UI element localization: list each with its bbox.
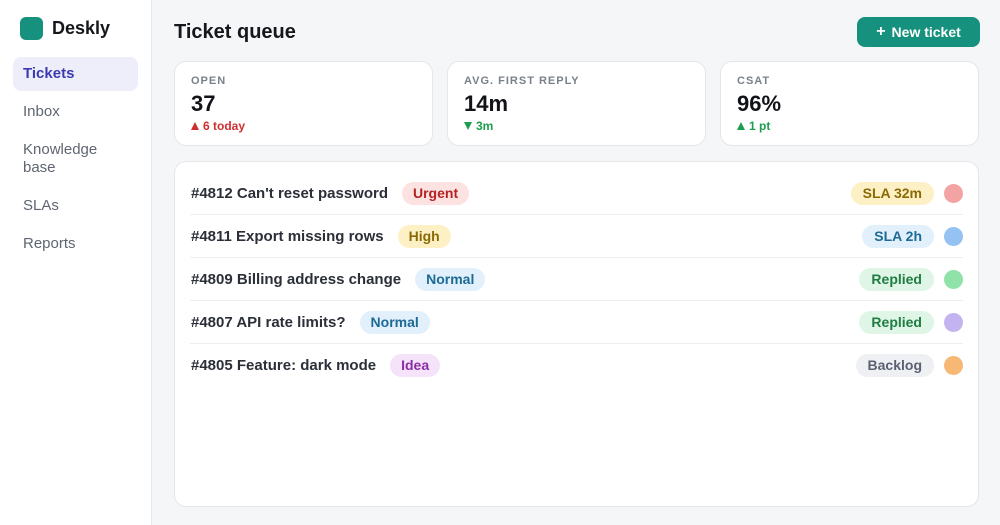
priority-badge: Idea bbox=[390, 354, 441, 377]
stat-delta: 3m bbox=[464, 119, 689, 133]
priority-badge: Normal bbox=[359, 310, 430, 334]
stat-value: 96% bbox=[737, 91, 782, 116]
ticket-row[interactable]: #4809 Billing address change Normal Replie… bbox=[190, 258, 963, 301]
sidebar-item-inbox[interactable]: Inbox bbox=[13, 95, 138, 129]
sidebar: Deskly Tickets Inbox Knowledge base SLAs… bbox=[0, 0, 152, 525]
stat-label: CSAT bbox=[737, 75, 771, 87]
new-ticket-button-label: New ticket bbox=[891, 24, 961, 40]
sidebar-nav: Tickets Inbox Knowledge base SLAs Report… bbox=[13, 57, 138, 265]
assignee-avatar[interactable] bbox=[944, 356, 963, 375]
brand-logo-icon bbox=[20, 17, 43, 40]
stat-delta-text: 3m bbox=[476, 119, 494, 133]
sidebar-item-slas[interactable]: SLAs bbox=[13, 189, 138, 223]
stat-card-open: OPEN 37 6 today bbox=[174, 61, 433, 146]
brand[interactable]: Deskly bbox=[20, 17, 110, 40]
sidebar-item-reports[interactable]: Reports bbox=[13, 227, 138, 261]
page-title: Ticket queue bbox=[174, 21, 296, 43]
priority-badge: Normal bbox=[415, 267, 486, 291]
brand-name: Deskly bbox=[52, 18, 111, 38]
ticket-title[interactable]: #4805 Feature: dark mode bbox=[191, 357, 376, 374]
assignee-avatar[interactable] bbox=[944, 312, 963, 332]
trend-up-icon bbox=[191, 122, 199, 130]
new-ticket-button[interactable]: + New ticket bbox=[857, 17, 980, 47]
stat-card-csat: CSAT 96% 1 pt bbox=[720, 61, 979, 146]
status-badge: Replied bbox=[859, 267, 934, 291]
sidebar-item-tickets[interactable]: Tickets bbox=[13, 57, 138, 91]
ticket-title[interactable]: #4809 Billing address change bbox=[191, 271, 401, 288]
stat-label: AVG. FIRST REPLY bbox=[464, 75, 580, 87]
plus-icon: + bbox=[876, 23, 886, 40]
trend-down-icon bbox=[464, 122, 472, 130]
ticket-title[interactable]: #4807 API rate limits? bbox=[191, 314, 346, 331]
priority-badge: High bbox=[397, 224, 451, 248]
stat-card-avg-first-reply: AVG. FIRST REPLY 14m 3m bbox=[447, 61, 706, 146]
status-badge: Replied bbox=[859, 310, 934, 334]
status-badge: SLA 32m bbox=[850, 181, 934, 205]
ticket-list: #4812 Can't reset password Urgent SLA 32m #… bbox=[174, 161, 979, 507]
ticket-row[interactable]: #4812 Can't reset password Urgent SLA 32m bbox=[190, 172, 963, 215]
stat-delta: 1 pt bbox=[737, 119, 962, 133]
priority-badge: Urgent bbox=[402, 181, 470, 205]
assignee-avatar[interactable] bbox=[944, 269, 963, 289]
stat-label: OPEN bbox=[191, 75, 227, 87]
trend-up-icon bbox=[737, 122, 745, 130]
ticket-row[interactable]: #4805 Feature: dark mode Idea Backlog bbox=[190, 344, 963, 387]
assignee-avatar[interactable] bbox=[944, 183, 963, 203]
ticket-row[interactable]: #4811 Export missing rows High SLA 2h bbox=[190, 215, 963, 258]
sidebar-item-knowledge-base[interactable]: Knowledge base bbox=[13, 133, 138, 185]
ticket-title[interactable]: #4811 Export missing rows bbox=[191, 228, 384, 245]
stat-delta-text: 1 pt bbox=[749, 119, 771, 133]
status-badge: SLA 2h bbox=[862, 224, 934, 248]
assignee-avatar[interactable] bbox=[944, 226, 963, 246]
stat-value: 37 bbox=[191, 91, 216, 116]
ticket-row[interactable]: #4807 API rate limits? Normal Replied bbox=[190, 301, 963, 344]
stat-value: 14m bbox=[464, 91, 509, 116]
ticket-title[interactable]: #4812 Can't reset password bbox=[191, 185, 388, 202]
stat-delta: 6 today bbox=[191, 119, 416, 133]
stat-delta-text: 6 today bbox=[203, 119, 246, 133]
status-badge: Backlog bbox=[855, 354, 934, 377]
